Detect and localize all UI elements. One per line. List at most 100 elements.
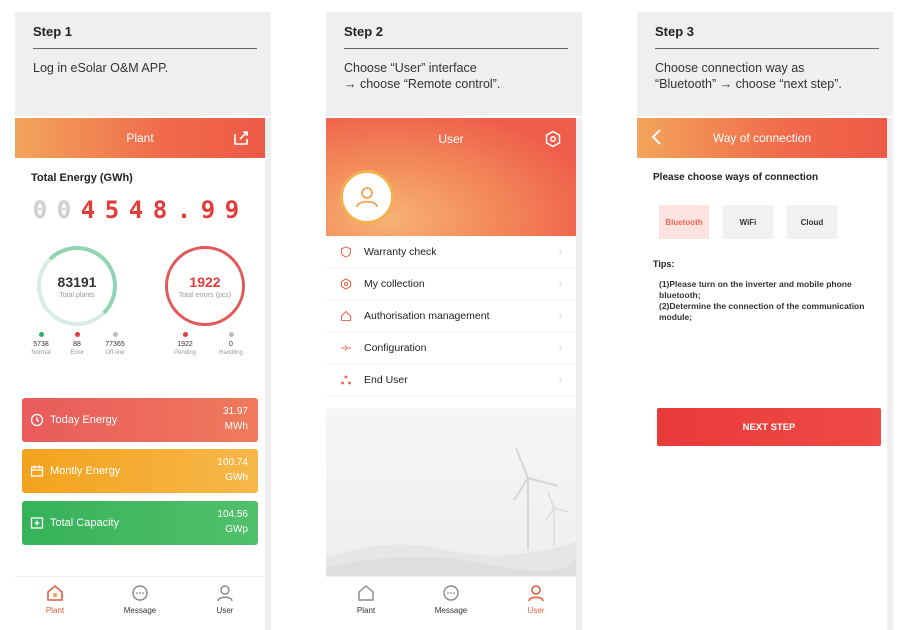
- tip-2: (2)Determine the connection of the commu…: [659, 301, 865, 322]
- today-energy-card[interactable]: Today Energy 31.97 MWh: [22, 398, 258, 442]
- step-2-caption: Step 2 Choose “User” interface → choose …: [326, 12, 582, 116]
- avatar[interactable]: [340, 170, 394, 224]
- stat-value: 0: [229, 341, 233, 348]
- stat-value: 1922: [177, 341, 193, 348]
- menu-item-authorisation[interactable]: Authorisation management ›: [326, 300, 576, 332]
- users-icon: [341, 375, 351, 384]
- tab-plant[interactable]: Plant: [336, 583, 396, 615]
- stat-value: 5738: [33, 341, 49, 348]
- tab-user[interactable]: User: [195, 583, 255, 615]
- monthly-energy-card[interactable]: Montly Energy 100.74 GWh: [22, 449, 258, 493]
- tab-message[interactable]: Message: [110, 583, 170, 615]
- status-stats: 5738 Normal 88 Error 77365 Off-line 1922…: [15, 332, 265, 372]
- status-dot: [38, 332, 44, 337]
- step-3-caption: Step 3 Choose connection way as “Bluetoo…: [637, 12, 893, 116]
- menu-label: My collection: [364, 277, 425, 290]
- stat-label: Handling: [219, 350, 243, 356]
- tab-label: User: [216, 606, 234, 615]
- menu-item-collection[interactable]: My collection ›: [326, 268, 576, 300]
- step-2-column: Step 2 Choose “User” interface → choose …: [326, 12, 582, 630]
- stat-offline[interactable]: 77365 Off-line: [95, 332, 135, 356]
- chevron-right-icon: ›: [558, 374, 562, 385]
- card-label: Montly Energy: [50, 465, 121, 477]
- unit: GWp: [225, 524, 248, 535]
- card-label: Total Capacity: [50, 517, 120, 529]
- app-header: Plant: [15, 118, 265, 158]
- tab-user[interactable]: User: [506, 583, 566, 615]
- stat-normal[interactable]: 5738 Normal: [21, 332, 61, 356]
- energy-digit: 4: [80, 196, 97, 224]
- option-cloud[interactable]: Cloud: [787, 205, 837, 239]
- menu-label: Configuration: [364, 341, 427, 354]
- menu-label: Warranty check: [364, 245, 437, 258]
- export-icon[interactable]: [231, 128, 251, 148]
- menu-label: End User: [364, 373, 408, 386]
- header-title: Plant: [126, 131, 154, 145]
- stat-handling[interactable]: 0 Handling: [211, 332, 251, 356]
- option-wifi[interactable]: WiFi: [723, 205, 773, 239]
- phone-frame: User Warranty check › My collection › Auth: [326, 118, 582, 630]
- phone-frame: Way of connection Please choose ways of …: [637, 118, 893, 630]
- user-menu: Warranty check › My collection › Authorisa…: [326, 236, 576, 396]
- stat-value: 88: [73, 341, 81, 348]
- tip-1: (1)Please turn on the inverter and mobil…: [659, 279, 852, 300]
- app-header: Way of connection: [637, 118, 887, 158]
- energy-digit: 9: [224, 196, 241, 224]
- value: 100.74: [217, 457, 248, 468]
- tab-label: Plant: [356, 606, 376, 615]
- step-title: Step 1: [33, 24, 257, 49]
- status-dot: [112, 332, 118, 337]
- message-icon: [443, 585, 459, 601]
- tab-label: Message: [434, 606, 468, 615]
- next-step-button[interactable]: NEXT STEP: [657, 408, 881, 446]
- plant-screen: Plant Total Energy (GWh) 004548.99 83191…: [15, 118, 265, 630]
- step-description: Log in eSolar O&M APP.: [33, 61, 169, 75]
- header-title: Way of connection: [712, 131, 812, 145]
- stat-label: Pending: [173, 350, 197, 356]
- connection-prompt: Please choose ways of connection: [653, 172, 819, 183]
- user-icon: [528, 585, 544, 602]
- back-arrow-icon[interactable]: [649, 126, 665, 148]
- option-bluetooth[interactable]: Bluetooth: [659, 205, 709, 239]
- unit: GWh: [225, 472, 248, 483]
- turbine-graphic: [326, 447, 576, 576]
- message-icon: [132, 585, 148, 601]
- total-errors-label: Total errors (pcs): [178, 291, 232, 299]
- chevron-right-icon: ›: [558, 278, 562, 289]
- menu-item-configuration[interactable]: Configuration ›: [326, 332, 576, 364]
- settings-gear-icon[interactable]: [544, 130, 562, 148]
- tab-label: User: [527, 606, 545, 615]
- total-plants-ring[interactable]: 83191 Total plants: [37, 246, 117, 326]
- energy-digit: .: [176, 196, 193, 224]
- value: 31.97: [222, 406, 248, 417]
- wind-turbine-illustration: [326, 408, 576, 576]
- connection-options: Bluetooth WiFi Cloud: [659, 205, 887, 239]
- connection-screen: Way of connection Please choose ways of …: [637, 118, 887, 630]
- phone-frame: Plant Total Energy (GWh) 004548.99 83191…: [15, 118, 271, 630]
- stat-pending[interactable]: 1922 Pending: [165, 332, 205, 356]
- value: 104.56: [217, 509, 248, 520]
- energy-digit: 4: [128, 196, 145, 224]
- total-capacity-card[interactable]: Total Capacity 104.56 GWp: [22, 501, 258, 545]
- shield-icon: [340, 245, 352, 258]
- step-description: Choose “User” interface → choose “Remote…: [344, 61, 501, 91]
- step-title: Step 3: [655, 24, 879, 49]
- energy-digit: 0: [56, 196, 73, 224]
- stat-error[interactable]: 88 Error: [57, 332, 97, 356]
- card-value: 31.97 MWh: [223, 404, 248, 434]
- total-plants-value: 83191: [57, 273, 97, 290]
- unit: MWh: [224, 421, 248, 432]
- header-title: User: [438, 132, 464, 146]
- tab-message[interactable]: Message: [421, 583, 481, 615]
- chevron-right-icon: ›: [558, 246, 562, 257]
- bottom-tab-bar: Plant Message User: [15, 576, 265, 630]
- configuration-icon: [341, 344, 351, 351]
- total-plants-label: Total plants: [59, 291, 95, 299]
- chevron-right-icon: ›: [558, 310, 562, 321]
- total-errors-ring[interactable]: 1922 Total errors (pcs): [165, 246, 245, 326]
- stat-label: Off-line: [105, 350, 125, 356]
- menu-item-warranty[interactable]: Warranty check ›: [326, 236, 576, 268]
- menu-item-end-user[interactable]: End User ›: [326, 364, 576, 396]
- tab-plant[interactable]: Plant: [25, 583, 85, 615]
- menu-label: Authorisation management: [364, 309, 490, 322]
